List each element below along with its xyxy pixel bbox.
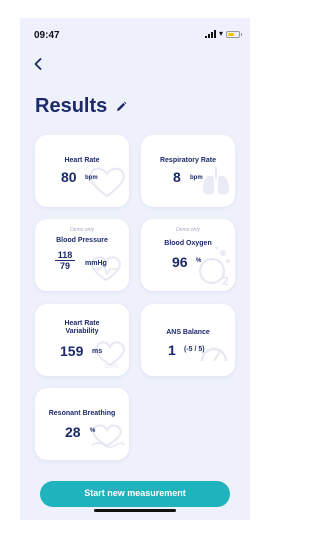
heart-icon bbox=[87, 165, 127, 199]
breathing-wave-icon bbox=[89, 421, 125, 449]
respiratory-rate-card[interactable]: Respiratory Rate 8 bpm bbox=[141, 135, 235, 207]
respiratory-rate-value: 8 bbox=[173, 169, 181, 185]
heart-rate-title: Heart Rate bbox=[64, 157, 100, 164]
o2-bubbles-icon: 2 bbox=[195, 243, 233, 287]
ans-balance-value: 1 bbox=[168, 342, 176, 358]
battery-icon bbox=[226, 30, 242, 38]
page-title: Results bbox=[35, 95, 108, 117]
blood-pressure-systolic: 118 bbox=[57, 250, 73, 260]
blood-oxygen-unit: % bbox=[196, 258, 202, 264]
blood-oxygen-demo-note: Demo only bbox=[176, 227, 200, 233]
blood-pressure-demo-note: Demo only bbox=[70, 227, 94, 233]
page-title-row: Results bbox=[35, 95, 127, 118]
status-icons: ▾ bbox=[204, 29, 242, 38]
blood-oxygen-title: Blood Oxygen bbox=[164, 240, 212, 247]
svg-text:2: 2 bbox=[222, 274, 229, 287]
hrv-unit: ms bbox=[92, 348, 103, 355]
ans-balance-card[interactable]: ANS Balance 1 (-5 / 5) bbox=[141, 304, 235, 376]
respiratory-rate-title: Respiratory Rate bbox=[159, 157, 217, 164]
wifi-icon: ▾ bbox=[218, 29, 223, 38]
hrv-value: 159 bbox=[60, 343, 84, 359]
pulse-heart-icon bbox=[89, 253, 123, 283]
heart-rate-value: 80 bbox=[61, 169, 77, 185]
blood-pressure-unit: mmHg bbox=[85, 260, 107, 267]
resonant-breathing-value: 28 bbox=[65, 424, 81, 440]
pencil-icon[interactable] bbox=[115, 101, 127, 113]
ans-balance-title: ANS Balance bbox=[166, 329, 210, 336]
blood-pressure-title: Blood Pressure bbox=[56, 237, 108, 244]
blood-pressure-diastolic: 79 bbox=[59, 261, 70, 272]
signal-icon bbox=[204, 30, 216, 38]
svg-text:SDNN: SDNN bbox=[104, 364, 119, 369]
resonant-breathing-unit: % bbox=[90, 428, 96, 434]
chevron-left-icon bbox=[34, 58, 42, 70]
blood-oxygen-value: 96 bbox=[172, 254, 188, 270]
heart-rate-unit: bpm bbox=[85, 175, 98, 181]
blood-oxygen-card[interactable]: 2 Demo only Blood Oxygen 96 % bbox=[141, 219, 235, 291]
start-new-measurement-button[interactable]: Start new measurement bbox=[40, 481, 230, 507]
status-bar: 09:47 ▾ bbox=[20, 18, 250, 52]
blood-pressure-card[interactable]: Demo only Blood Pressure 118 79 mmHg bbox=[35, 219, 129, 291]
respiratory-rate-unit: bpm bbox=[190, 175, 203, 181]
resonant-breathing-card[interactable]: Resonant Breathing 28 % bbox=[35, 388, 129, 460]
back-button[interactable] bbox=[30, 56, 46, 72]
status-time: 09:47 bbox=[34, 30, 60, 41]
resonant-breathing-title: Resonant Breathing bbox=[48, 410, 116, 417]
heart-rate-card[interactable]: Heart Rate 80 bpm bbox=[35, 135, 129, 207]
hrv-title-line2: Variability bbox=[65, 328, 99, 335]
home-indicator bbox=[94, 509, 176, 512]
hrv-card[interactable]: SDNN Heart Rate Variability 159 ms bbox=[35, 304, 129, 376]
phone-screen: 09:47 ▾ Results Heart Rate 80 bpm Respir… bbox=[20, 18, 250, 520]
lungs-icon bbox=[201, 165, 231, 199]
blood-pressure-fraction: 118 79 bbox=[55, 250, 75, 271]
ans-balance-unit: (-5 / 5) bbox=[184, 346, 205, 353]
